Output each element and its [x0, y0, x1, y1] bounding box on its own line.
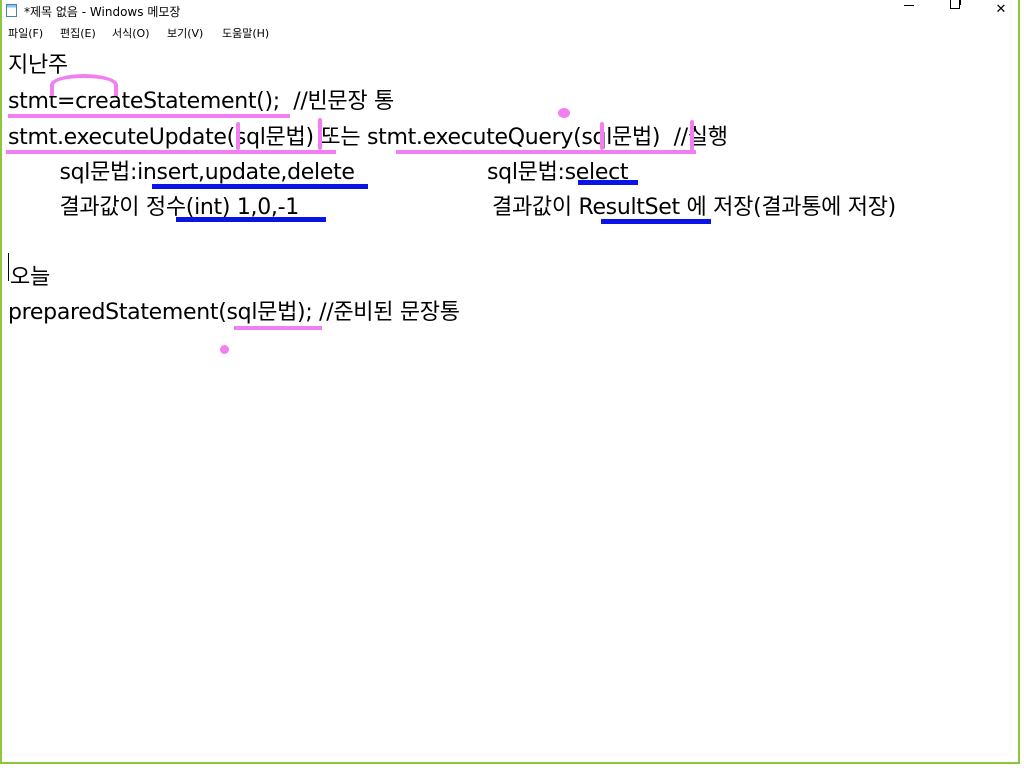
pink-dot: [558, 108, 570, 118]
minimize-icon: [904, 5, 914, 6]
pink-scribble: [50, 74, 118, 96]
text-line: sql문법:insert,update,delete: [26, 160, 355, 185]
menu-help[interactable]: 도움말(H): [222, 25, 269, 41]
pink-bracket: [690, 120, 694, 152]
pink-underline: [6, 150, 336, 154]
minimize-button[interactable]: [886, 0, 932, 22]
menu-view[interactable]: 보기(V): [167, 25, 203, 41]
blue-underline: [578, 180, 638, 185]
pink-bracket: [318, 118, 322, 150]
text-line: preparedStatement(sql문법); //준비된 문장통: [8, 300, 460, 325]
restore-icon: [950, 0, 961, 9]
maximize-button[interactable]: [932, 0, 978, 22]
notepad-icon: [6, 4, 17, 17]
menu-edit[interactable]: 편집(E): [60, 25, 96, 41]
text-caret: [8, 253, 9, 281]
blue-underline: [601, 219, 711, 224]
text-line: 지난주: [8, 53, 68, 78]
window-title: *제목 없음 - Windows 메모장: [24, 5, 181, 19]
notepad-window: *제목 없음 - Windows 메모장 ✕ 파일(F) 편집(E) 서식(O)…: [0, 0, 1020, 764]
menu-bar: 파일(F) 편집(E) 서식(O) 보기(V) 도움말(H): [2, 22, 1018, 42]
pink-underline: [8, 114, 290, 118]
blue-underline: [152, 184, 368, 189]
text-line: 결과값이 ResultSet 에 저장(결과통에 저장): [492, 195, 896, 220]
pink-dot: [220, 345, 229, 354]
text-editor[interactable]: 지난주 stmt=createStatement(); //빈문장 통 stmt…: [2, 42, 1018, 762]
text-line: 오늘: [10, 265, 50, 290]
text-line: stmt.executeUpdate(sql문법) 또는 stmt.execut…: [8, 125, 728, 150]
pink-bracket: [600, 122, 604, 150]
pink-underline: [396, 150, 696, 154]
pink-bracket: [236, 122, 240, 150]
close-icon: ✕: [995, 2, 1007, 17]
menu-format[interactable]: 서식(O): [112, 25, 149, 41]
menu-file[interactable]: 파일(F): [8, 25, 43, 41]
pink-underline: [234, 326, 322, 330]
close-button[interactable]: ✕: [978, 0, 1024, 22]
title-bar[interactable]: *제목 없음 - Windows 메모장 ✕: [2, 0, 1018, 22]
blue-underline: [176, 217, 326, 222]
